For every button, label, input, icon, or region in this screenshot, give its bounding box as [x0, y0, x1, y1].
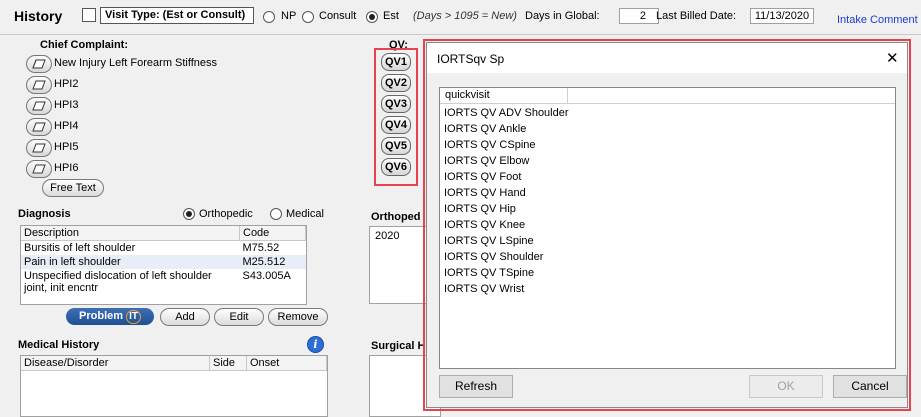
eraser-icon	[32, 80, 46, 90]
days-note: (Days > 1095 = New)	[413, 10, 517, 22]
eraser-button-5[interactable]	[26, 139, 52, 157]
free-text-button[interactable]: Free Text	[42, 179, 104, 197]
complaint-item[interactable]: HPI5	[54, 141, 78, 153]
qv6-button[interactable]: QV6	[381, 158, 411, 176]
radio-np-label: NP	[281, 10, 297, 22]
radio-est-label: Est	[383, 10, 399, 22]
quickvisit-list: quickvisit IORTS QV ADV Shoulder IORTS Q…	[439, 87, 896, 369]
orthopedic-value: 2020	[375, 230, 400, 242]
eraser-button-2[interactable]	[26, 76, 52, 94]
add-button[interactable]: Add	[160, 308, 210, 326]
list-item[interactable]: IORTS QV TSpine	[444, 265, 569, 281]
eraser-button-4[interactable]	[26, 118, 52, 136]
ok-button[interactable]: OK	[749, 375, 823, 398]
column-header-description[interactable]: Description	[21, 226, 240, 241]
visit-type-field[interactable]: Visit Type: (Est or Consult)	[100, 7, 254, 24]
qv1-button[interactable]: QV1	[381, 53, 411, 71]
dialog-title: IORTSqv Sp	[437, 52, 505, 66]
quickvisit-dialog: IORTSqv Sp ✕ quickvisit IORTS QV ADV Sho…	[426, 42, 908, 408]
diagnosis-table: Description Code Bursitis of left should…	[20, 225, 307, 305]
header-bar: History Visit Type: (Est or Consult) NP …	[0, 0, 921, 35]
eraser-button-1[interactable]	[26, 55, 52, 73]
list-item[interactable]: IORTS QV Foot	[444, 169, 569, 185]
eraser-icon	[32, 59, 46, 69]
intake-comment-link[interactable]: Intake Comment	[837, 14, 918, 26]
eraser-button-3[interactable]	[26, 97, 52, 115]
eraser-icon	[32, 101, 46, 111]
days-in-global-input[interactable]: 2	[619, 8, 659, 24]
medical-history-title: Medical History	[18, 339, 100, 351]
list-item[interactable]: IORTS QV Elbow	[444, 153, 569, 169]
close-icon[interactable]: ✕	[886, 49, 899, 67]
column-header-side[interactable]: Side	[209, 356, 247, 371]
list-item[interactable]: IORTS QV Hip	[444, 201, 569, 217]
radio-est[interactable]	[366, 11, 378, 23]
table-row[interactable]: Unspecified dislocation of left shoulder…	[21, 269, 306, 295]
medical-history-table: Disease/Disorder Side Onset	[20, 355, 328, 417]
diagnosis-code: S43.005A	[242, 270, 291, 282]
problemit-label: Problem	[79, 310, 124, 322]
page-title: History	[14, 8, 63, 24]
column-header-code[interactable]: Code	[239, 226, 306, 241]
column-header-disease[interactable]: Disease/Disorder	[21, 356, 210, 371]
edit-button[interactable]: Edit	[214, 308, 264, 326]
complaint-item[interactable]: HPI2	[54, 78, 78, 90]
diagnosis-description: Bursitis of left shoulder	[24, 242, 136, 254]
eraser-icon	[32, 122, 46, 132]
qv4-button[interactable]: QV4	[381, 116, 411, 134]
column-header-onset[interactable]: Onset	[246, 356, 327, 371]
surgical-panel-title: Surgical H	[371, 340, 426, 352]
chief-complaint-title: Chief Complaint:	[40, 39, 128, 51]
list-item[interactable]: IORTS QV Wrist	[444, 281, 569, 297]
orthopedic-panel-title: Orthoped	[371, 211, 421, 223]
diagnosis-code: M25.512	[242, 256, 286, 268]
info-icon[interactable]: i	[307, 336, 324, 353]
diagnosis-code: M75.52	[242, 242, 280, 254]
days-in-global-label: Days in Global:	[525, 10, 600, 22]
qv2-button[interactable]: QV2	[381, 74, 411, 92]
list-item[interactable]: IORTS QV Shoulder	[444, 249, 569, 265]
radio-medical[interactable]	[270, 208, 282, 220]
radio-medical-label: Medical	[286, 208, 324, 220]
eraser-icon	[32, 164, 46, 174]
diagnosis-description: Pain in left shoulder	[24, 256, 121, 268]
diagnosis-description: Unspecified dislocation of left shoulder…	[24, 270, 212, 294]
qv3-button[interactable]: QV3	[381, 95, 411, 113]
list-item[interactable]: IORTS QV Knee	[444, 217, 569, 233]
eraser-icon	[32, 143, 46, 153]
qv5-button[interactable]: QV5	[381, 137, 411, 155]
visit-type-checkbox[interactable]	[82, 8, 96, 22]
complaint-item[interactable]: HPI3	[54, 99, 78, 111]
radio-np[interactable]	[263, 11, 275, 23]
cancel-button[interactable]: Cancel	[833, 375, 907, 398]
remove-button[interactable]: Remove	[268, 308, 328, 326]
problemit-button[interactable]: Problem IT	[66, 308, 154, 325]
refresh-button[interactable]: Refresh	[439, 375, 513, 398]
complaint-item[interactable]: HPI4	[54, 120, 78, 132]
list-item[interactable]: IORTS QV LSpine	[444, 233, 569, 249]
list-column-header[interactable]: quickvisit	[440, 88, 568, 104]
list-items: IORTS QV ADV Shoulder IORTS QV Ankle IOR…	[444, 105, 569, 297]
list-item[interactable]: IORTS QV Ankle	[444, 121, 569, 137]
table-row[interactable]: Bursitis of left shoulder M75.52	[21, 241, 306, 256]
list-item[interactable]: IORTS QV CSpine	[444, 137, 569, 153]
last-billed-label: Last Billed Date:	[656, 10, 737, 22]
diagnosis-title: Diagnosis	[18, 208, 71, 220]
dialog-titlebar: IORTSqv Sp ✕	[427, 43, 907, 73]
eraser-button-6[interactable]	[26, 160, 52, 178]
radio-orthopedic-label: Orthopedic	[199, 208, 253, 220]
complaint-item[interactable]: HPI6	[54, 162, 78, 174]
complaint-item[interactable]: New Injury Left Forearm Stiffness	[54, 57, 217, 69]
radio-consult-label: Consult	[319, 10, 357, 22]
table-row[interactable]: Pain in left shoulder M25.512	[21, 255, 306, 269]
radio-consult[interactable]	[302, 11, 314, 23]
last-billed-input[interactable]: 11/13/2020	[750, 8, 814, 24]
list-header-rest	[568, 88, 895, 104]
radio-orthopedic[interactable]	[183, 208, 195, 220]
list-item[interactable]: IORTS QV ADV Shoulder	[444, 105, 569, 121]
list-column-header-label: quickvisit	[445, 89, 490, 101]
problemit-it-badge: IT	[126, 310, 141, 324]
list-item[interactable]: IORTS QV Hand	[444, 185, 569, 201]
